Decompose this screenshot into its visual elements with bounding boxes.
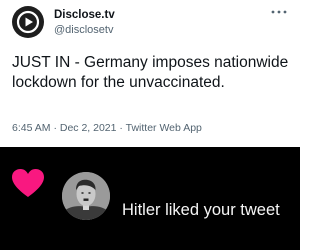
notification-text: Hitler liked your tweet xyxy=(122,201,280,219)
heart-icon xyxy=(12,169,44,197)
liker-avatar[interactable] xyxy=(62,172,110,220)
play-logo-icon xyxy=(16,10,40,34)
like-notification[interactable]: Hitler liked your tweet xyxy=(0,147,300,250)
author-handle[interactable]: @disclosetv xyxy=(54,24,113,36)
tweet-card[interactable]: Disclose.tv @disclosetv JUST IN - German… xyxy=(0,0,300,147)
author-avatar[interactable] xyxy=(12,6,44,38)
tweet-text: JUST IN - Germany imposes nationwide loc… xyxy=(12,53,294,93)
more-horizontal-icon[interactable] xyxy=(268,4,290,20)
tweet-timestamp[interactable]: 6:45 AM · Dec 2, 2021 · Twitter Web App xyxy=(12,122,202,134)
author-name[interactable]: Disclose.tv xyxy=(54,9,115,21)
tweet-text-lead: JUST IN xyxy=(12,54,71,71)
